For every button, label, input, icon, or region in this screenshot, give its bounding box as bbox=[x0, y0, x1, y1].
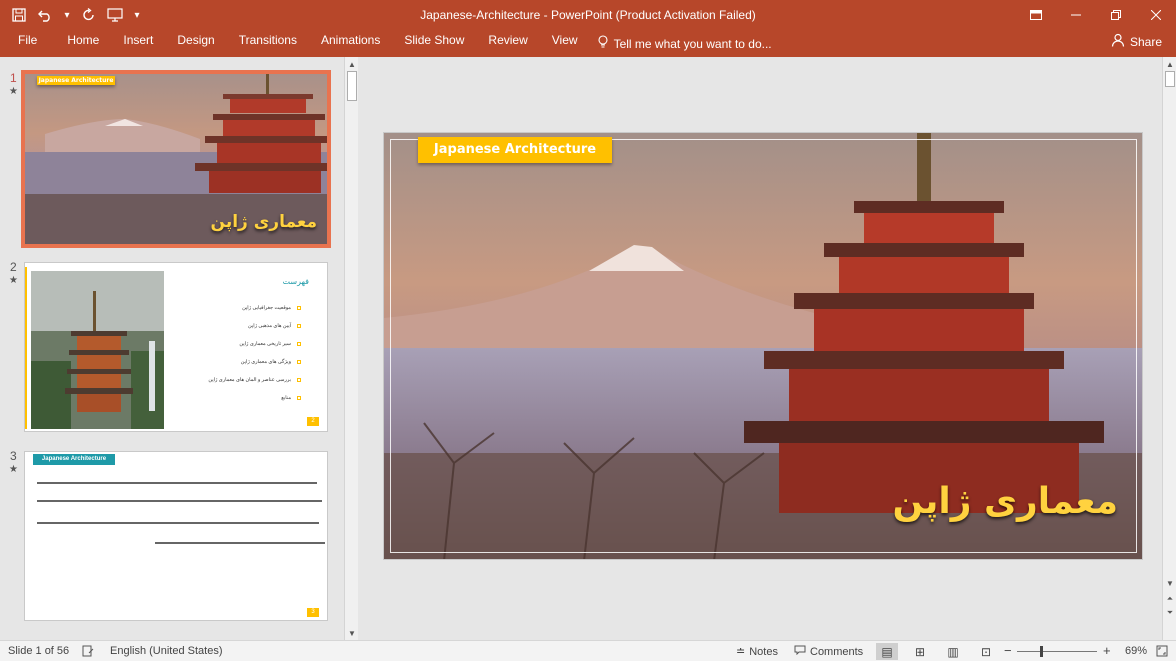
thumbnail-title: معماری ژاپن bbox=[210, 212, 317, 232]
slide-thumbnails-pane: 1 ★ Japanese Architecture معماری ژاپن 2 bbox=[0, 57, 360, 640]
accent-bar bbox=[25, 267, 27, 429]
previous-slide-icon[interactable]: ⏶ bbox=[1163, 592, 1176, 606]
thumbnail-banner: Japanese Architecture bbox=[37, 76, 115, 85]
tab-transitions[interactable]: Transitions bbox=[227, 30, 309, 57]
thumbnail-number-1: 1 bbox=[10, 71, 17, 85]
scroll-thumb[interactable] bbox=[1165, 71, 1175, 87]
restore-icon[interactable] bbox=[1096, 0, 1136, 30]
bullet-icon bbox=[297, 306, 301, 310]
text-line bbox=[37, 500, 322, 502]
toc-item: بررسی عناصر و المان های معماری ژاپن bbox=[208, 377, 301, 383]
tab-slide-show[interactable]: Slide Show bbox=[392, 30, 476, 57]
zoom-out-icon[interactable]: − bbox=[1004, 643, 1012, 658]
lightbulb-icon bbox=[598, 35, 608, 52]
pagoda-forest-image bbox=[31, 271, 164, 429]
notes-icon: ≐ bbox=[736, 646, 746, 658]
animation-star-icon: ★ bbox=[9, 464, 18, 475]
window-title: Japanese-Architecture - PowerPoint (Prod… bbox=[420, 8, 756, 22]
scroll-up-icon[interactable]: ▲ bbox=[345, 57, 359, 71]
next-slide-icon[interactable]: ⏷ bbox=[1163, 606, 1176, 620]
ribbon-display-options-icon[interactable] bbox=[1016, 0, 1056, 30]
comments-button[interactable]: Comments bbox=[794, 645, 863, 658]
comments-label: Comments bbox=[810, 645, 864, 658]
bullet-icon bbox=[297, 396, 301, 400]
tab-view[interactable]: View bbox=[540, 30, 590, 57]
toc-heading: فهرست bbox=[282, 277, 309, 286]
zoom-level[interactable]: 69% bbox=[1125, 645, 1147, 657]
scroll-down-icon[interactable]: ▼ bbox=[1163, 576, 1176, 590]
scroll-up-icon[interactable]: ▲ bbox=[1163, 57, 1176, 71]
bullet-icon bbox=[297, 342, 301, 346]
slide-indicator: Slide 1 of 56 bbox=[8, 645, 70, 657]
bullet-icon bbox=[297, 378, 301, 382]
text-line bbox=[37, 522, 319, 524]
animation-star-icon: ★ bbox=[9, 86, 18, 97]
tab-file[interactable]: File bbox=[0, 30, 55, 57]
slide-scrollbar[interactable]: ▲ ▼ ⏶ ⏷ bbox=[1162, 57, 1176, 640]
slide-banner[interactable]: Japanese Architecture bbox=[418, 137, 612, 163]
toc-item: موقعیت جغرافیایی ژاپن bbox=[242, 305, 301, 311]
slide-show-icon[interactable]: ⊡ bbox=[975, 643, 997, 660]
page-number-badge: 3 bbox=[307, 608, 319, 617]
spelling-icon[interactable] bbox=[82, 645, 94, 657]
thumbnail-number-2: 2 bbox=[10, 260, 17, 274]
ribbon-tabs: File Home Insert Design Transitions Anim… bbox=[0, 30, 1176, 57]
slide-thumbnail-2[interactable]: فهرست موقعیت جغرافیایی ژاپن آیین های مذه… bbox=[24, 262, 328, 432]
notes-button[interactable]: ≐ Notes bbox=[736, 645, 778, 659]
slide-thumbnail-1[interactable]: Japanese Architecture معماری ژاپن bbox=[21, 70, 331, 248]
zoom-in-icon[interactable]: + bbox=[1103, 643, 1111, 658]
toc-item: ویژگی های معماری ژاپن bbox=[241, 359, 301, 365]
language-indicator[interactable]: English (United States) bbox=[110, 645, 223, 657]
comments-icon bbox=[794, 645, 806, 658]
fit-to-window-icon[interactable] bbox=[1156, 645, 1168, 657]
zoom-slider[interactable] bbox=[1017, 651, 1097, 652]
minimize-icon[interactable] bbox=[1056, 0, 1096, 30]
close-icon[interactable] bbox=[1136, 0, 1176, 30]
page-number-badge: 2 bbox=[307, 417, 319, 426]
thumbnail-banner: Japanese Architecture bbox=[33, 454, 115, 465]
tab-insert[interactable]: Insert bbox=[111, 30, 165, 57]
title-bar: ▾ ▾ Japanese-Architecture - PowerPoint (… bbox=[0, 0, 1176, 30]
bullet-icon bbox=[297, 360, 301, 364]
slide-sorter-icon[interactable]: ⊞ bbox=[909, 643, 931, 660]
tell-me-box[interactable]: Tell me what you want to do... bbox=[590, 35, 772, 52]
reading-view-icon[interactable]: ▥ bbox=[942, 643, 964, 660]
tab-animations[interactable]: Animations bbox=[309, 30, 392, 57]
tab-review[interactable]: Review bbox=[476, 30, 539, 57]
text-line bbox=[155, 542, 325, 544]
tell-me-label: Tell me what you want to do... bbox=[613, 36, 772, 51]
toc-item: منابع bbox=[281, 395, 301, 401]
main-slide[interactable]: Japanese Architecture معماری ژاپن bbox=[383, 132, 1143, 560]
scroll-thumb[interactable] bbox=[347, 71, 357, 101]
text-line bbox=[37, 482, 317, 484]
tab-home[interactable]: Home bbox=[55, 30, 111, 57]
share-button[interactable]: Share bbox=[1111, 33, 1162, 50]
toc-item: سیر تاریخی معماری ژاپن bbox=[239, 341, 301, 347]
zoom-slider-handle[interactable] bbox=[1040, 646, 1043, 657]
scroll-down-icon[interactable]: ▼ bbox=[345, 626, 359, 640]
animation-star-icon: ★ bbox=[9, 275, 18, 286]
tab-design[interactable]: Design bbox=[165, 30, 226, 57]
toc-item: آیین های مذهبی ژاپن bbox=[248, 323, 301, 329]
share-label: Share bbox=[1129, 34, 1162, 49]
thumbnail-number-3: 3 bbox=[10, 449, 17, 463]
window-controls bbox=[1016, 0, 1176, 30]
normal-view-icon[interactable]: ▤ bbox=[876, 643, 898, 660]
thumbnails-scrollbar[interactable]: ▲ ▼ bbox=[344, 57, 358, 640]
slide-thumbnail-3[interactable]: Japanese Architecture 3 bbox=[24, 451, 328, 621]
person-icon bbox=[1111, 33, 1125, 50]
slide-edit-area: Japanese Architecture معماری ژاپن bbox=[362, 57, 1162, 640]
bullet-icon bbox=[297, 324, 301, 328]
slide-title[interactable]: معماری ژاپن bbox=[893, 481, 1119, 522]
notes-label: Notes bbox=[749, 645, 778, 658]
status-bar: Slide 1 of 56 English (United States) ≐ … bbox=[0, 640, 1176, 661]
